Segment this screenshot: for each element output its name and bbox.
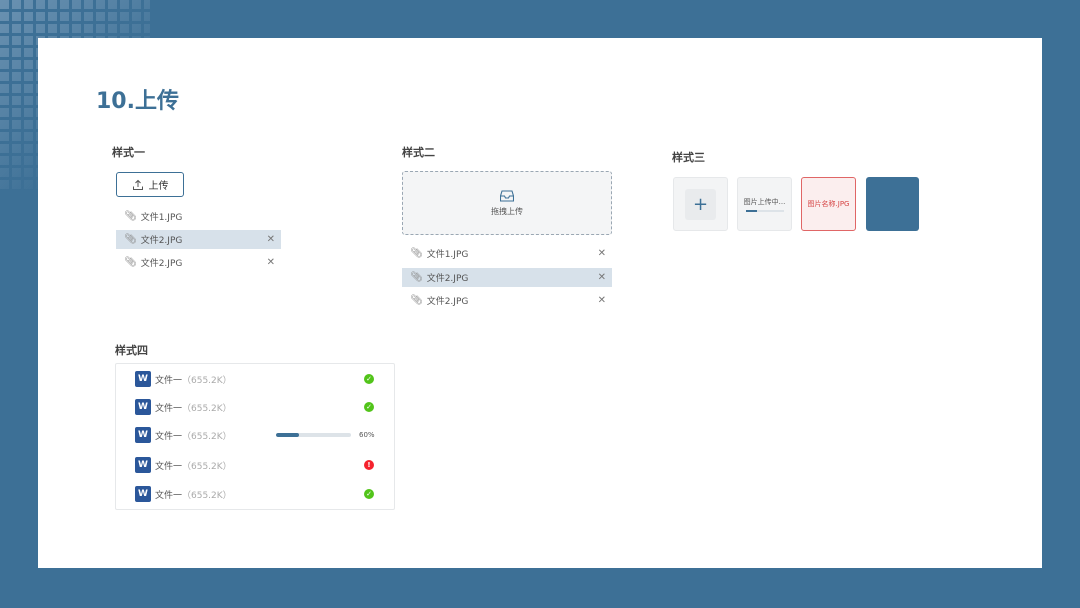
upload-button[interactable]: 上传 (116, 172, 184, 197)
image-error-thumb[interactable]: 图片名称.JPG (801, 177, 856, 231)
paperclip-icon: 📎︎ (410, 272, 423, 283)
list-item[interactable]: W 文件一 （655.2K） ✓ (116, 394, 394, 420)
close-icon[interactable]: ✕ (598, 295, 606, 306)
paperclip-icon: 📎︎ (124, 257, 137, 268)
list-item[interactable]: W 文件一 （655.2K） ✓ (116, 366, 394, 392)
paperclip-icon: 📎︎ (124, 211, 137, 222)
file-row-active[interactable]: 📎︎ 文件2.JPG ✕ (402, 268, 612, 287)
error-image-name: 图片名称.JPG (807, 200, 850, 208)
section-title-style2: 样式二 (402, 146, 435, 159)
section-title-style3: 样式三 (672, 151, 705, 164)
file-size: （655.2K） (182, 403, 232, 414)
image-uploading-thumb: 图片上传中... (737, 177, 792, 231)
section-title-style4: 样式四 (115, 344, 148, 357)
uploading-progress-bar (745, 209, 784, 212)
file-name: 文件一 (155, 490, 183, 501)
file-name: 文件一 (155, 403, 183, 414)
uploaded-image-thumb[interactable] (866, 177, 919, 231)
success-icon: ✓ (364, 374, 374, 384)
progress-text: 60% (359, 431, 375, 439)
file-row-active[interactable]: 📎︎ 文件2.JPG ✕ (116, 230, 281, 249)
file-name: 文件2.JPG (140, 236, 183, 246)
paperclip-icon: 📎︎ (124, 234, 137, 245)
uploading-progress-fill (745, 209, 757, 212)
list-item[interactable]: W 文件一 （655.2K） 60% (116, 422, 394, 448)
upload-progress-fill (276, 433, 299, 437)
file-size: （655.2K） (182, 461, 232, 472)
file-size: （655.2K） (182, 375, 232, 386)
success-icon: ✓ (364, 489, 374, 499)
file-name: 文件1.JPG (426, 250, 469, 260)
list-item[interactable]: W 文件一 （655.2K） ! (116, 452, 394, 478)
file-row[interactable]: 📎︎ 文件2.JPG ✕ (402, 291, 612, 310)
close-icon[interactable]: ✕ (598, 272, 606, 283)
close-icon[interactable]: ✕ (267, 234, 275, 245)
word-doc-icon: W (135, 371, 151, 387)
upload-icon (132, 179, 143, 190)
file-size: （655.2K） (182, 490, 232, 501)
paperclip-icon: 📎︎ (410, 295, 423, 306)
file-size: （655.2K） (182, 431, 232, 442)
paperclip-icon: 📎︎ (410, 248, 423, 259)
dropzone-label: 拖拽上传 (491, 206, 523, 216)
drag-upload-dropzone[interactable]: 拖拽上传 (402, 171, 612, 235)
file-name: 文件一 (155, 375, 183, 386)
file-name: 文件1.JPG (140, 213, 183, 223)
upload-button-label: 上传 (148, 181, 169, 192)
section-title-style1: 样式一 (112, 146, 145, 159)
upload-progress-bar (276, 433, 351, 437)
file-name: 文件2.JPG (426, 274, 469, 284)
word-doc-icon: W (135, 486, 151, 502)
close-icon[interactable]: ✕ (267, 257, 275, 268)
list-item[interactable]: W 文件一 （655.2K） ✓ (116, 481, 394, 507)
file-name: 文件一 (155, 461, 183, 472)
slide-card: 10.上传 样式一 上传 📎︎ 文件1.JPG 📎︎ 文件2.JPG ✕ 📎︎ … (38, 38, 1042, 568)
word-doc-icon: W (135, 427, 151, 443)
file-row[interactable]: 📎︎ 文件2.JPG ✕ (116, 253, 281, 272)
inbox-icon (500, 189, 514, 202)
error-icon: ! (364, 460, 374, 470)
word-doc-icon: W (135, 457, 151, 473)
close-icon[interactable]: ✕ (598, 248, 606, 259)
plus-icon: + (685, 188, 716, 220)
uploading-label: 图片上传中... (743, 197, 786, 206)
add-image-button[interactable]: + (673, 177, 728, 231)
file-name: 文件一 (155, 431, 183, 442)
file-row[interactable]: 📎︎ 文件1.JPG (116, 207, 281, 226)
file-name: 文件2.JPG (426, 297, 469, 307)
page-title: 10.上传 (96, 89, 179, 114)
success-icon: ✓ (364, 402, 374, 412)
file-name: 文件2.JPG (140, 259, 183, 269)
word-doc-icon: W (135, 399, 151, 415)
file-row[interactable]: 📎︎ 文件1.JPG ✕ (402, 244, 612, 263)
file-upload-list: W 文件一 （655.2K） ✓ W 文件一 （655.2K） ✓ W 文件一 … (115, 363, 395, 510)
